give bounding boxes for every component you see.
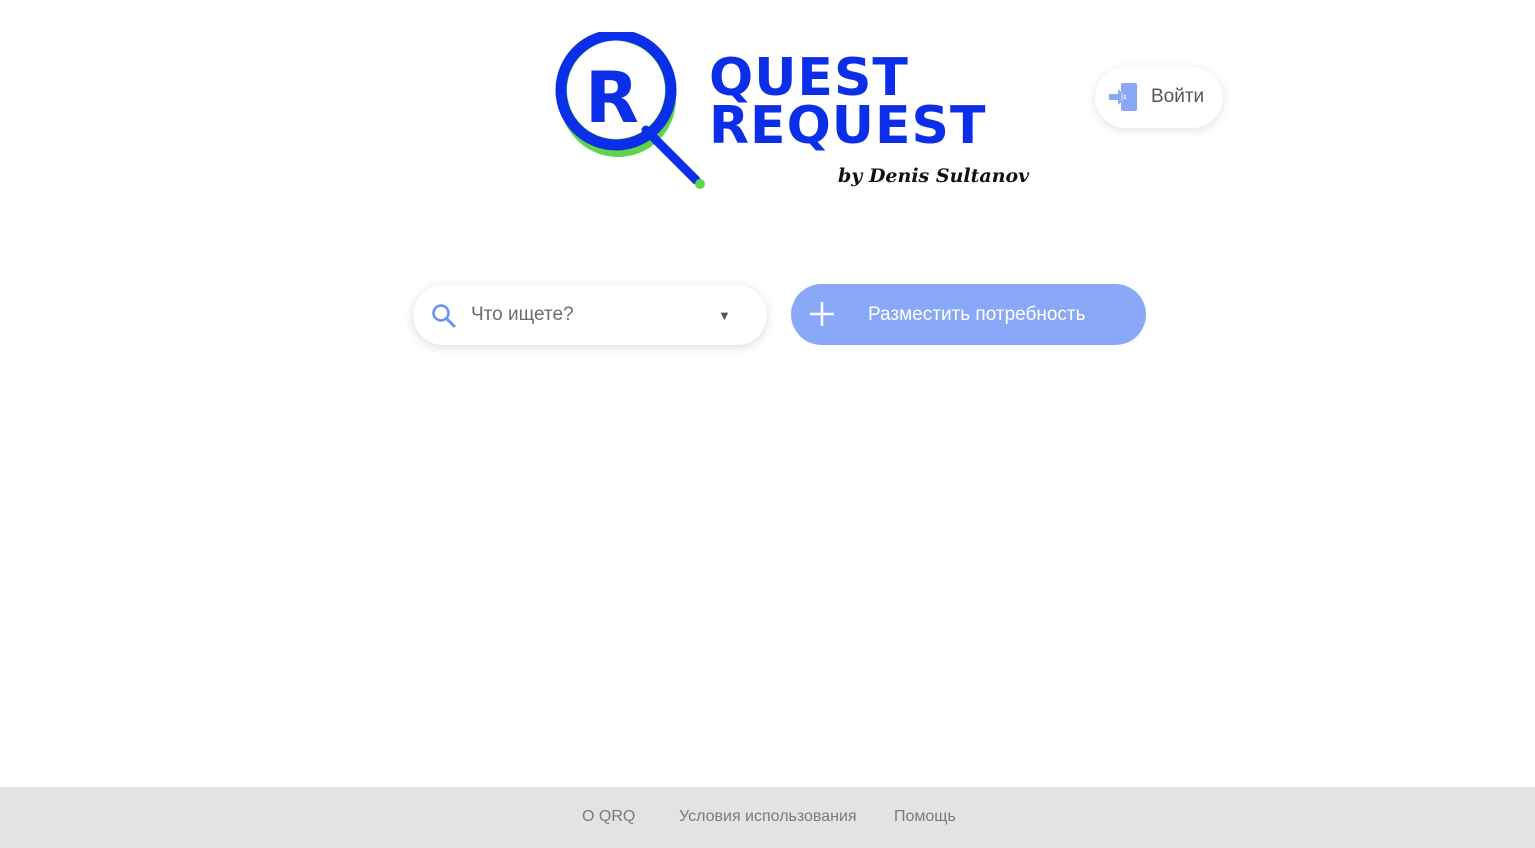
logo-mark-icon: R xyxy=(555,32,705,189)
page: R QUEST REQUEST by Denis Sultanov Войти … xyxy=(0,0,1535,848)
logo-letter: R xyxy=(585,57,639,139)
search-input[interactable] xyxy=(471,299,701,331)
post-need-button[interactable]: Разместить потребность xyxy=(791,284,1146,345)
footer-link-about[interactable]: О QRQ xyxy=(582,808,635,826)
footer: О QRQ Условия использования Помощь xyxy=(0,787,1535,848)
caret-down-icon[interactable]: ▼ xyxy=(718,306,731,326)
plus-icon xyxy=(810,302,834,326)
brand-logo[interactable]: R QUEST REQUEST by Denis Sultanov xyxy=(548,32,1029,197)
post-need-label: Разместить потребность xyxy=(868,304,1086,325)
footer-link-terms[interactable]: Условия использования xyxy=(679,808,857,826)
login-label: Войти xyxy=(1151,86,1205,107)
search-icon xyxy=(432,304,456,328)
logo-word-request: REQUEST xyxy=(709,96,987,156)
footer-link-help[interactable]: Помощь xyxy=(894,808,956,826)
login-button[interactable]: Войти xyxy=(1095,67,1223,128)
search-box[interactable]: ▼ xyxy=(413,285,767,345)
logo-byline: by Denis Sultanov xyxy=(838,165,1030,187)
sign-in-icon xyxy=(1109,83,1137,111)
